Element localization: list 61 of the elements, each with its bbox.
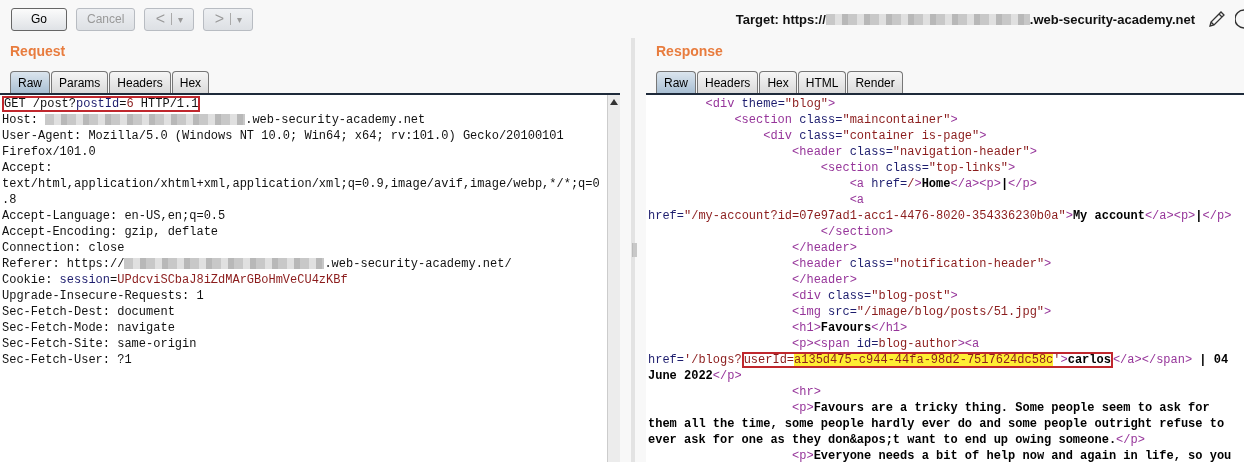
view-tab[interactable]: Hex: [171, 71, 210, 93]
code-text: </section>: [819, 225, 893, 239]
code-text: href='/blogs?: [648, 353, 742, 367]
code-text: <a: [848, 193, 865, 207]
code-text: Accept-Encoding: gzip, deflate: [2, 225, 219, 239]
code-text: <a href=/>Home</a><p>|</p>: [848, 177, 1037, 191]
view-tab[interactable]: Headers: [697, 71, 759, 93]
code-text: </header>: [791, 273, 857, 287]
code-text: <div class="container is-page">: [762, 129, 987, 143]
code-text: <div theme="blog">: [704, 97, 836, 111]
target-label: Target: https://: [735, 11, 826, 27]
code-text: <h1>Favours</h1>: [791, 321, 908, 335]
code-text: <header class="notification-header">: [791, 257, 1052, 271]
code-text: <p><span id=blog-author><a: [791, 337, 980, 351]
code-text: <p>Favours are a tricky thing. Some people seem to ask for: [791, 401, 1210, 415]
panel-title: Request: [9, 42, 67, 61]
code-text: Sec-Fetch-Site: same-origin: [2, 337, 197, 351]
code-text: </a></span> | 04: [1112, 353, 1229, 367]
code-text: <section class="top-links">: [819, 161, 1016, 175]
code-text: ever ask for one as they don&apos;t want to end up owing someone.</p>: [648, 433, 1145, 447]
view-tab[interactable]: Render: [847, 71, 903, 93]
code-text: Host:: [2, 113, 39, 127]
view-tab[interactable]: Hex: [759, 71, 797, 93]
code-text: them all the time, some people hardly ever do and some people outright refuse to: [648, 417, 1225, 431]
code-text: <p>Everyone needs a bit of help now and again in life, so you: [791, 449, 1232, 462]
code-text: Cookie: session=UPdcviSCbaJ8iZdMArGBoHmVeCU4zKBf: [2, 273, 348, 287]
code-text: Sec-Fetch-Mode: navigate: [2, 321, 175, 335]
toolbar-button[interactable]: Go: [11, 7, 67, 31]
code-text: Accept-Language: en-US,en;q=0.5: [2, 209, 226, 223]
code-text: .web-security-academy.net: [245, 113, 426, 127]
code-text: .web-security-academy.net/: [324, 257, 512, 271]
view-tab[interactable]: Params: [51, 71, 109, 93]
code-text: </header>: [791, 241, 857, 255]
code-text: <section class="maincontainer">: [733, 113, 958, 127]
code-text: href="/my-account?id=07e97ad1-acc1-4476-8020-354336230b0a">My account</a><p>|</p>: [648, 209, 1232, 223]
annotation-box: GET /post?postId=6 HTTP/1.1: [2, 96, 201, 112]
code-text: <img src="/image/blog/posts/51.jpg">: [791, 305, 1052, 319]
code-text: Sec-Fetch-Dest: document: [2, 305, 175, 319]
code-text: <header class="navigation-header">: [791, 145, 1037, 159]
view-tab[interactable]: Raw: [10, 71, 50, 93]
code-text: Firefox/101.0: [2, 145, 96, 159]
scrollbar[interactable]: [607, 95, 620, 462]
code-text: <div class="blog-post">: [791, 289, 958, 303]
help-icon[interactable]: [1235, 9, 1244, 29]
target-domain: .web-security-academy.net: [1029, 11, 1195, 27]
pencil-icon[interactable]: [1208, 10, 1226, 28]
code-text: .8: [2, 193, 17, 207]
code-text: User-Agent: Mozilla/5.0 (Windows NT 10.0; Win64; x64; rv:101.0) Gecko/20100101: [2, 129, 564, 143]
panel-title: Response: [655, 42, 724, 61]
code-text: Referer: https://: [2, 257, 125, 271]
code-text: Sec-Fetch-User: ?1: [2, 353, 132, 367]
code-text: Connection: close: [2, 241, 125, 255]
view-tab[interactable]: HTML: [797, 71, 847, 93]
code-text: <hr>: [791, 385, 821, 399]
code-text: Upgrade-Insecure-Requests: 1: [2, 289, 204, 303]
view-tab[interactable]: Headers: [109, 71, 171, 93]
code-text: text/html,application/xhtml+xml,application/xml;q=0.9,image/avif,image/webp,*/*;q=0: [2, 177, 600, 191]
view-tab[interactable]: Raw: [656, 71, 696, 93]
code-text: Accept:: [2, 161, 53, 175]
scroll-up-icon[interactable]: [610, 99, 618, 105]
code-text: June 2022</p>: [648, 369, 742, 383]
